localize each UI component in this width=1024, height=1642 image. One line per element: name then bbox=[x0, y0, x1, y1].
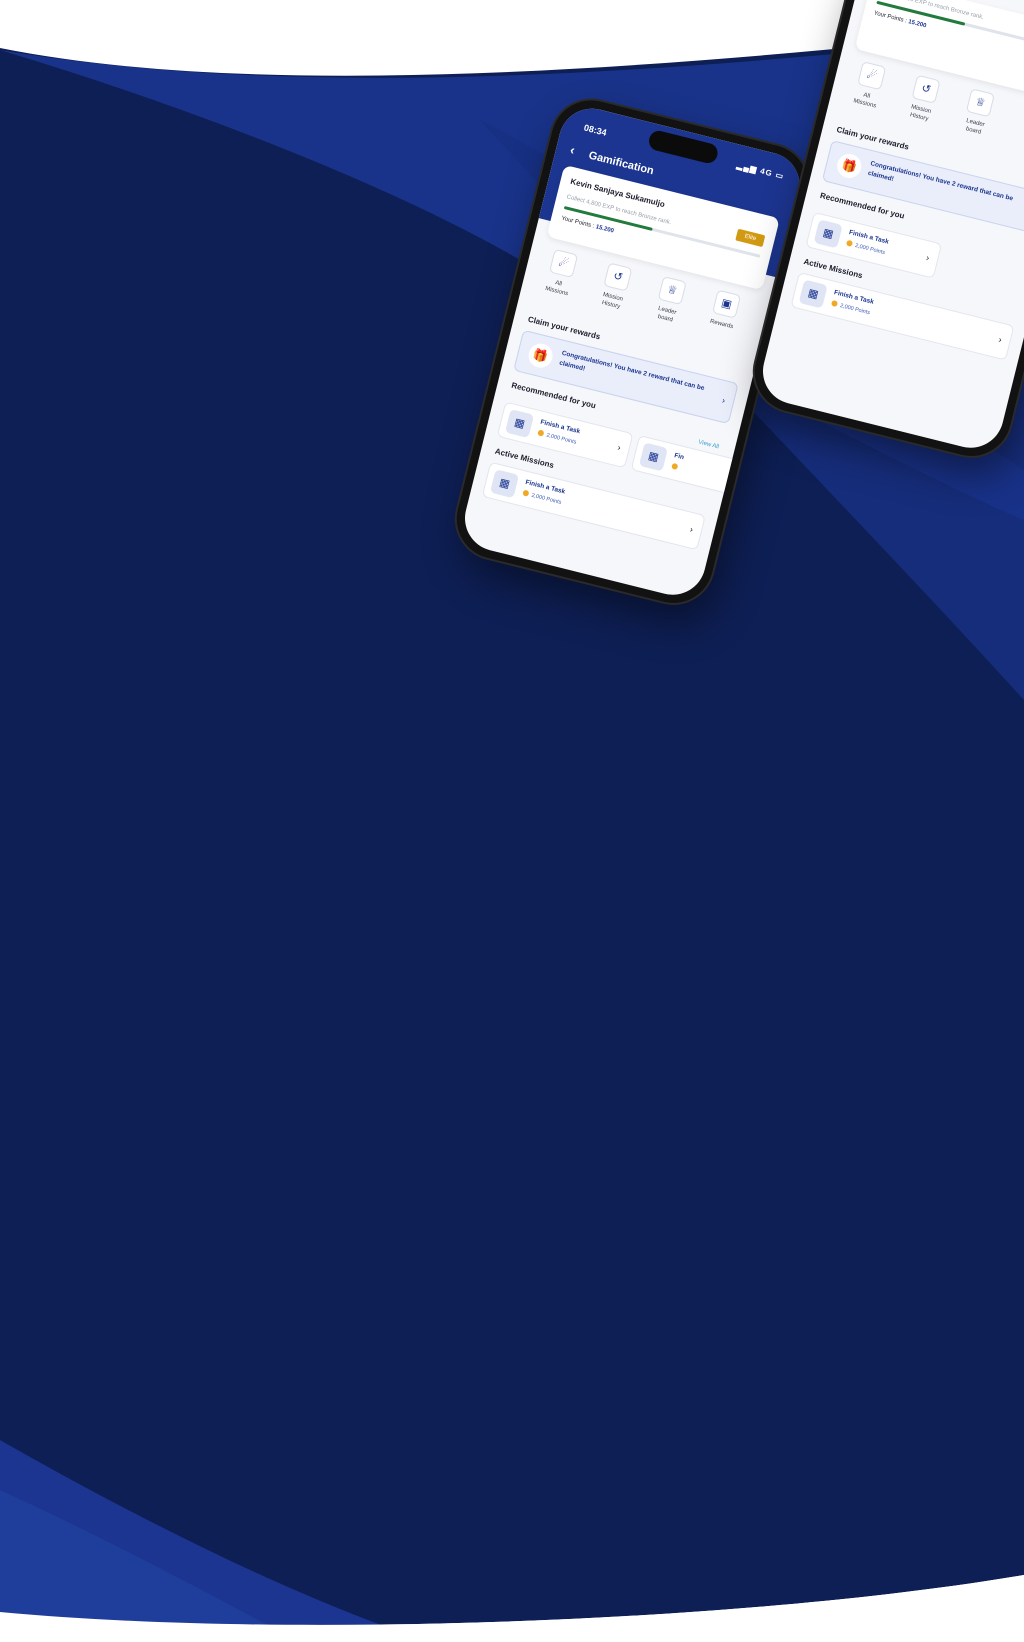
gift-box-icon: 🎁 bbox=[834, 151, 864, 181]
coin-icon bbox=[522, 489, 530, 497]
rank-badge: Elite bbox=[735, 228, 766, 248]
menu-leaderboard[interactable]: ♕ Leader board bbox=[642, 273, 698, 328]
menu-mission-history[interactable]: ↺ Mission History bbox=[896, 72, 952, 127]
menu-label: Leader board bbox=[965, 118, 986, 136]
chevron-right-icon: › bbox=[925, 252, 931, 263]
mission-gift-icon: ▦ bbox=[504, 409, 535, 439]
coin-icon bbox=[537, 429, 545, 437]
coin-icon bbox=[830, 299, 839, 308]
menu-label: Leader board bbox=[657, 305, 677, 324]
points-value: 15.200 bbox=[907, 19, 927, 30]
coin-icon bbox=[845, 239, 854, 247]
trophy-icon: ♕ bbox=[657, 276, 687, 306]
rocket-icon: ☄ bbox=[857, 61, 887, 91]
chevron-right-icon: › bbox=[997, 334, 1003, 345]
menu-label: All Missions bbox=[544, 280, 569, 298]
view-all-link[interactable]: View All bbox=[698, 439, 720, 450]
mission-gift-icon: ▦ bbox=[638, 442, 668, 472]
menu-all-missions[interactable]: ☄ All Missions bbox=[841, 59, 897, 114]
menu-label: All Missions bbox=[852, 92, 877, 110]
rocket-icon: ☄ bbox=[549, 248, 579, 279]
mission-title: Fin bbox=[673, 452, 685, 462]
gift-icon: ▣ bbox=[712, 289, 742, 319]
mission-gift-icon: ▦ bbox=[813, 219, 843, 249]
mission-points bbox=[671, 462, 681, 472]
points-value: 15.200 bbox=[595, 224, 615, 235]
history-icon: ↺ bbox=[603, 262, 633, 292]
gift-box-icon: 🎁 bbox=[526, 341, 556, 371]
menu-mission-history[interactable]: ↺ Mission History bbox=[588, 260, 644, 315]
menu-label: Rewards bbox=[709, 318, 734, 331]
coin-icon bbox=[671, 462, 679, 471]
mission-gift-icon: ▦ bbox=[489, 469, 520, 499]
chevron-right-icon: › bbox=[688, 524, 695, 535]
chevron-right-icon: › bbox=[616, 442, 622, 453]
mission-gift-icon: ▦ bbox=[798, 279, 828, 309]
trophy-icon: ♕ bbox=[965, 88, 995, 118]
history-icon: ↺ bbox=[911, 74, 941, 104]
promo-stage: 08:34 ▂▄▆ 4G ▭ ‹ Gamification Kevin Sanj… bbox=[0, 0, 1024, 1642]
menu-label: Mission History bbox=[909, 104, 932, 123]
menu-leaderboard[interactable]: ♕ Leader board bbox=[950, 86, 1006, 141]
menu-rewards[interactable]: ▣ Rewards bbox=[698, 287, 752, 334]
active-mission-card[interactable]: ▦ Finish a Task 2,000 Points › bbox=[790, 271, 1015, 361]
menu-all-missions[interactable]: ☄ All Missions bbox=[533, 246, 589, 301]
chevron-right-icon: › bbox=[721, 395, 727, 406]
menu-label: Mission History bbox=[601, 292, 624, 311]
rank-progress-bar bbox=[563, 205, 761, 258]
